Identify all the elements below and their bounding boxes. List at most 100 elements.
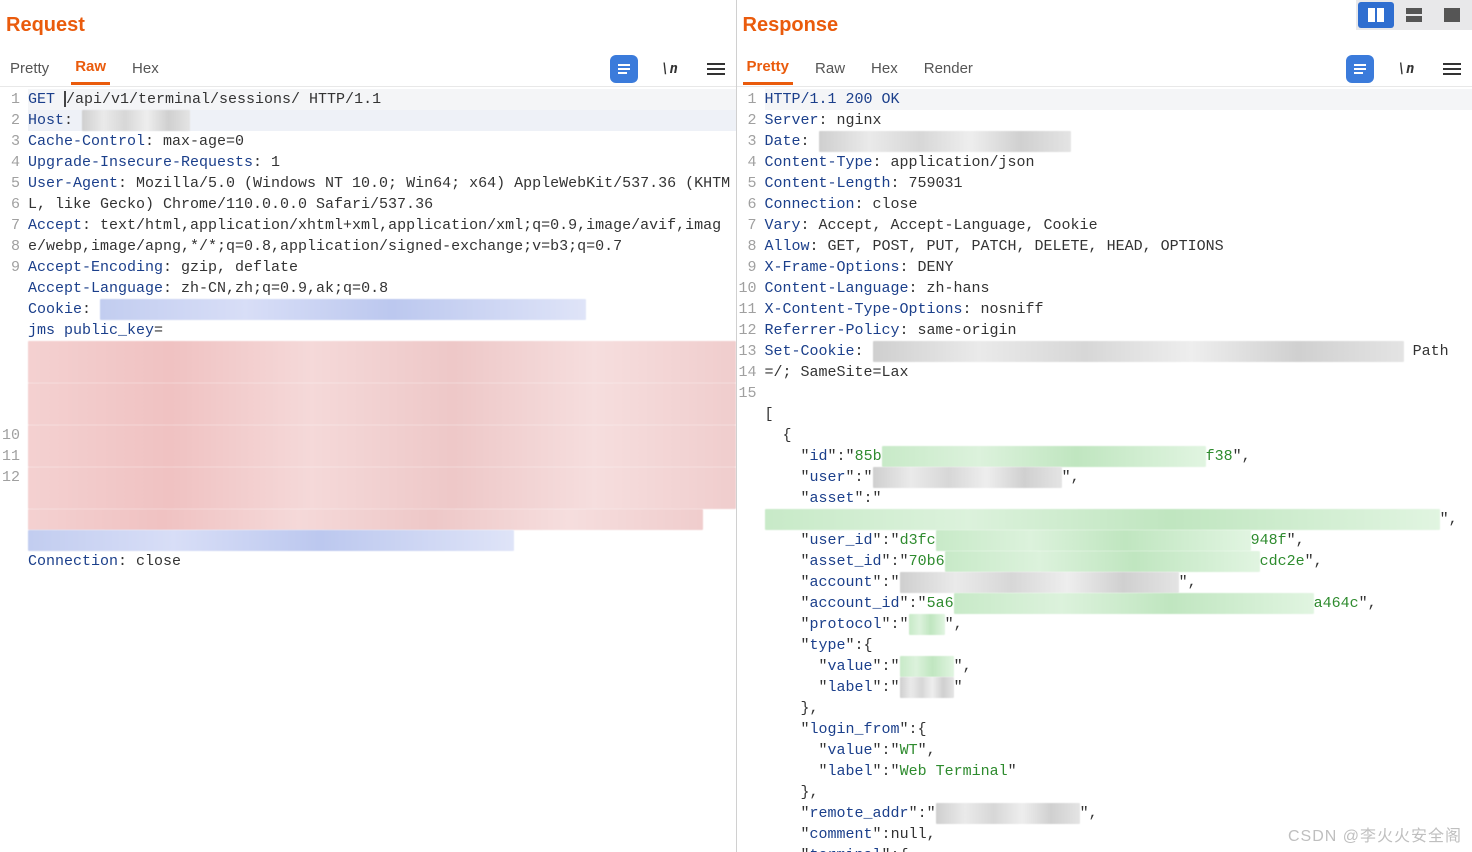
line-number	[737, 467, 757, 488]
request-line: Connection: close	[28, 551, 736, 572]
line-number	[737, 509, 757, 530]
request-line: jms public_key=	[28, 320, 736, 341]
newline-icon[interactable]: \n	[1392, 55, 1420, 83]
line-number: 10	[737, 278, 757, 299]
line-number: 4	[0, 152, 20, 173]
tab-pretty[interactable]: Pretty	[743, 52, 794, 85]
request-line: GET /api/v1/terminal/sessions/ HTTP/1.1	[28, 89, 736, 110]
line-number	[737, 404, 757, 425]
tab-raw[interactable]: Raw	[811, 54, 849, 84]
response-line: "label":"Web Terminal"	[765, 761, 1472, 782]
line-number	[737, 635, 757, 656]
line-number	[737, 698, 757, 719]
response-line: "account_id":"5a6xxxxxxxxxxxxxxxxxxxxxxx…	[765, 593, 1472, 614]
line-number: 10	[0, 425, 20, 446]
request-line: xxxxxxxxxxxxxxxxxxxxxxxxxxxxxxxxxxxxxxxx…	[28, 341, 736, 383]
line-number: 7	[0, 215, 20, 236]
response-line: Referrer-Policy: same-origin	[765, 320, 1472, 341]
response-line: Date: xxx xx xxx xxxx xxxxxxxx xxx	[765, 131, 1472, 152]
actions-icon[interactable]	[1346, 55, 1374, 83]
response-line: "label":"xxxxxx"	[765, 677, 1472, 698]
line-number	[0, 383, 20, 404]
line-number	[737, 656, 757, 677]
tab-hex[interactable]: Hex	[867, 54, 902, 84]
response-line: "value":"WT",	[765, 740, 1472, 761]
response-line: "user":"xxxxxxxxxxxxxxxxxxxxx",	[765, 467, 1472, 488]
request-title: Request	[0, 0, 736, 51]
line-number: 1	[737, 89, 757, 110]
response-line: Vary: Accept, Accept-Language, Cookie	[765, 215, 1472, 236]
response-line: "id":"85bxxxxxxxxxxxxxxxxxxxxxxxxxxxxxxx…	[765, 446, 1472, 467]
line-number: 9	[0, 257, 20, 278]
response-title: Response	[737, 0, 1472, 51]
line-number: 9	[737, 257, 757, 278]
request-tabs: Pretty Raw Hex \n	[0, 51, 736, 87]
response-line: "asset":"xxxxxxxxxxxxxxxxxxxxxxxxxxxxxxx…	[765, 488, 1472, 530]
line-number: 3	[737, 131, 757, 152]
line-number	[737, 572, 757, 593]
response-line: Connection: close	[765, 194, 1472, 215]
line-number	[737, 425, 757, 446]
response-line: "account":"xxxxxxxxxxxxxxxxxxxxxxxxxxxxx…	[765, 572, 1472, 593]
response-line: HTTP/1.1 200 OK	[765, 89, 1472, 110]
response-line: "login_from":{	[765, 719, 1472, 740]
line-number: 11	[0, 446, 20, 467]
tab-hex[interactable]: Hex	[128, 54, 163, 84]
request-line: xxxxxxxxxxxxxxxxxxxxxxxxxxxxxxxxxxxxxxxx…	[28, 425, 736, 467]
line-number: 7	[737, 215, 757, 236]
line-number: 1	[0, 89, 20, 110]
tab-render[interactable]: Render	[920, 54, 977, 84]
line-number	[737, 761, 757, 782]
line-number	[0, 299, 20, 320]
line-number	[0, 362, 20, 383]
response-line: [	[765, 404, 1472, 425]
request-panel: Request Pretty Raw Hex \n 12345678910111…	[0, 0, 737, 852]
response-line: Content-Language: zh-hans	[765, 278, 1472, 299]
response-line: "value":"xxxxxx",	[765, 656, 1472, 677]
response-line: {	[765, 425, 1472, 446]
response-panel: Response Pretty Raw Hex Render \n 123456…	[737, 0, 1472, 852]
request-line: xxxxxxxxxxxxxxxxxxxxxxxxxxxxxxxxxxxxxxxx…	[28, 509, 736, 530]
line-number	[737, 593, 757, 614]
request-line: xxxxxxxxxxxxxxxxxxxxxxxxxxxxxxxxxxxxxxxx…	[28, 467, 736, 509]
newline-icon[interactable]: \n	[656, 55, 684, 83]
response-line: "user_id":"d3fcxxxxxxxxxxxxxxxxxxxxxxxxx…	[765, 530, 1472, 551]
line-number	[737, 719, 757, 740]
line-number: 2	[737, 110, 757, 131]
watermark-text: CSDN @李火火安全阁	[1288, 822, 1462, 846]
response-line: Server: nginx	[765, 110, 1472, 131]
line-number: 5	[0, 173, 20, 194]
tab-pretty[interactable]: Pretty	[6, 54, 53, 84]
response-line: "remote_addr":"xxxxxxxxxxxxxxxx",	[765, 803, 1472, 824]
request-line: User-Agent: Mozilla/5.0 (Windows NT 10.0…	[28, 173, 736, 215]
response-line: X-Frame-Options: DENY	[765, 257, 1472, 278]
line-number: 6	[737, 194, 757, 215]
response-line: "asset_id":"70b6xxxxxxxxxxxxxxxxxxxxxxxx…	[765, 551, 1472, 572]
line-number: 4	[737, 152, 757, 173]
line-number	[737, 488, 757, 509]
line-number: 14	[737, 362, 757, 383]
line-number	[737, 614, 757, 635]
request-line: xxxxxxxxxxxxxxxxxxxxxxxxxxxxxxxxxxxxxxxx…	[28, 383, 736, 425]
response-line: Allow: GET, POST, PUT, PATCH, DELETE, HE…	[765, 236, 1472, 257]
line-number: 11	[737, 299, 757, 320]
request-line: Accept: text/html,application/xhtml+xml,…	[28, 215, 736, 257]
request-line: Accept-Language: zh-CN,zh;q=0.9,ak;q=0.8	[28, 278, 736, 299]
response-line: Content-Length: 759031	[765, 173, 1472, 194]
response-line: X-Content-Type-Options: nosniff	[765, 299, 1472, 320]
response-viewer[interactable]: 123456789101112131415 HTTP/1.1 200 OKSer…	[737, 87, 1472, 852]
actions-icon[interactable]	[610, 55, 638, 83]
request-line	[28, 572, 736, 593]
response-line: "protocol":"xxxx",	[765, 614, 1472, 635]
menu-icon[interactable]	[1438, 55, 1466, 83]
request-line: Accept-Encoding: gzip, deflate	[28, 257, 736, 278]
line-number: 15	[737, 383, 757, 404]
line-number	[737, 740, 757, 761]
menu-icon[interactable]	[702, 55, 730, 83]
response-line: },	[765, 698, 1472, 719]
line-number	[737, 530, 757, 551]
tab-raw[interactable]: Raw	[71, 52, 110, 85]
line-number	[737, 677, 757, 698]
line-number	[737, 803, 757, 824]
request-editor[interactable]: 123456789101112 GET /api/v1/terminal/ses…	[0, 87, 736, 852]
